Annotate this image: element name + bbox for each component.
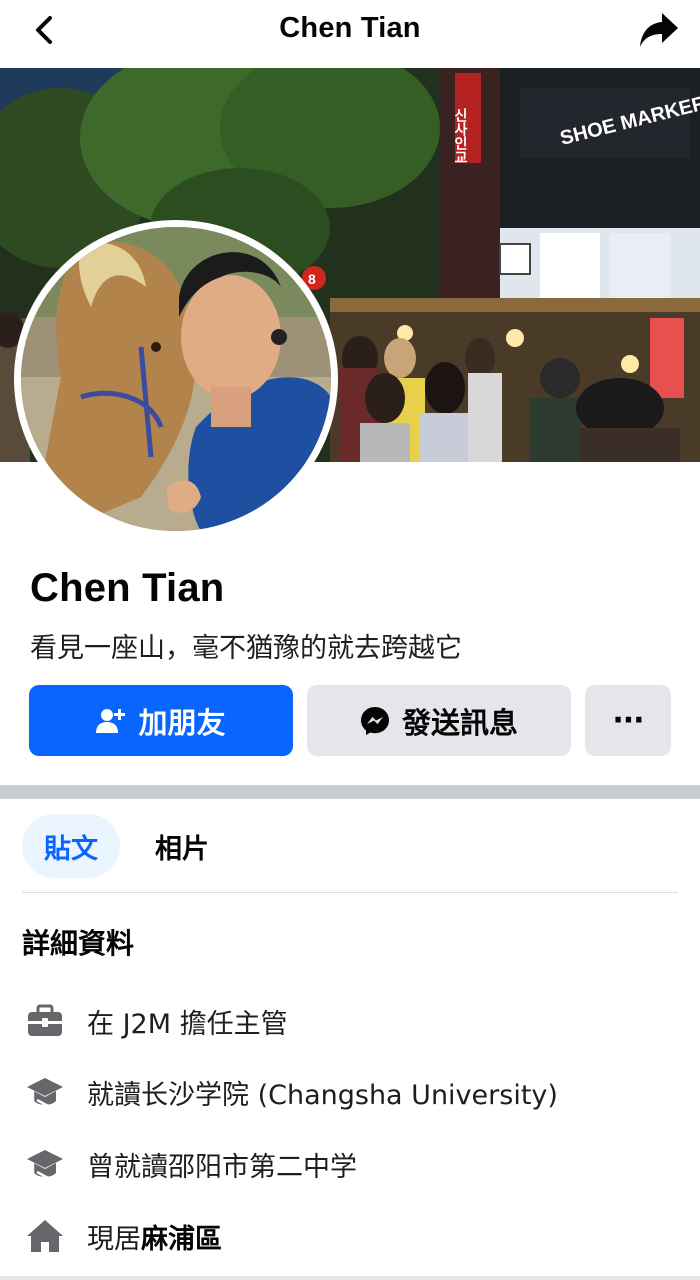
tab-posts[interactable]: 貼文 — [22, 814, 120, 878]
share-arrow-icon — [640, 13, 678, 47]
add-friend-label: 加朋友 — [138, 705, 226, 740]
home-icon — [22, 1214, 70, 1258]
profile-avatar[interactable] — [14, 220, 338, 538]
tab-photos-label: 相片 — [155, 833, 209, 865]
detail-education-current: 就讀长沙学院 (Changsha University) — [22, 1070, 682, 1114]
detail-residence: 現居麻浦區 — [22, 1214, 682, 1258]
detail-education-past: 曾就讀邵阳市第二中学 — [22, 1142, 682, 1186]
cover-number-sign: 8 — [308, 271, 316, 287]
more-options-button[interactable]: ··· — [585, 685, 671, 756]
avatar-scene — [21, 227, 331, 531]
tab-photos[interactable]: 相片 — [134, 814, 230, 878]
messenger-icon — [360, 706, 390, 736]
detail-education-past-text: 曾就讀邵阳市第二中学 — [87, 1151, 357, 1183]
top-nav-bar: Chen Tian — [0, 0, 700, 68]
tab-posts-label: 貼文 — [44, 833, 98, 865]
page-title: Chen Tian — [279, 12, 421, 44]
bottom-divider — [0, 1276, 700, 1280]
section-divider — [0, 785, 700, 799]
details-heading: 詳細資料 — [22, 927, 135, 960]
profile-bio: 看見一座山，毫不猶豫的就去跨越它 — [30, 633, 462, 664]
avatar-photo — [21, 227, 331, 531]
add-person-icon — [96, 707, 126, 735]
tabs-divider — [22, 892, 678, 893]
detail-residence-text: 現居麻浦區 — [87, 1217, 222, 1256]
more-dots-icon: ··· — [612, 703, 644, 738]
briefcase-icon — [22, 999, 70, 1043]
add-friend-button[interactable]: 加朋友 — [29, 685, 293, 756]
share-button[interactable] — [634, 6, 684, 54]
detail-education-current-text: 就讀长沙学院 (Changsha University) — [87, 1079, 558, 1111]
residence-prefix: 現居 — [87, 1223, 141, 1255]
cover-vertical-sign: 신사인교 — [452, 108, 468, 164]
detail-work-text: 在 J2M 擔任主管 — [87, 1008, 288, 1040]
graduation-cap-icon — [22, 1070, 70, 1114]
send-message-button[interactable]: 發送訊息 — [307, 685, 571, 756]
residence-location-link[interactable]: 麻浦區 — [141, 1224, 222, 1255]
graduation-cap-icon — [22, 1142, 70, 1186]
detail-work: 在 J2M 擔任主管 — [22, 999, 682, 1043]
send-message-label: 發送訊息 — [401, 705, 518, 740]
profile-name: Chen Tian — [30, 566, 225, 610]
